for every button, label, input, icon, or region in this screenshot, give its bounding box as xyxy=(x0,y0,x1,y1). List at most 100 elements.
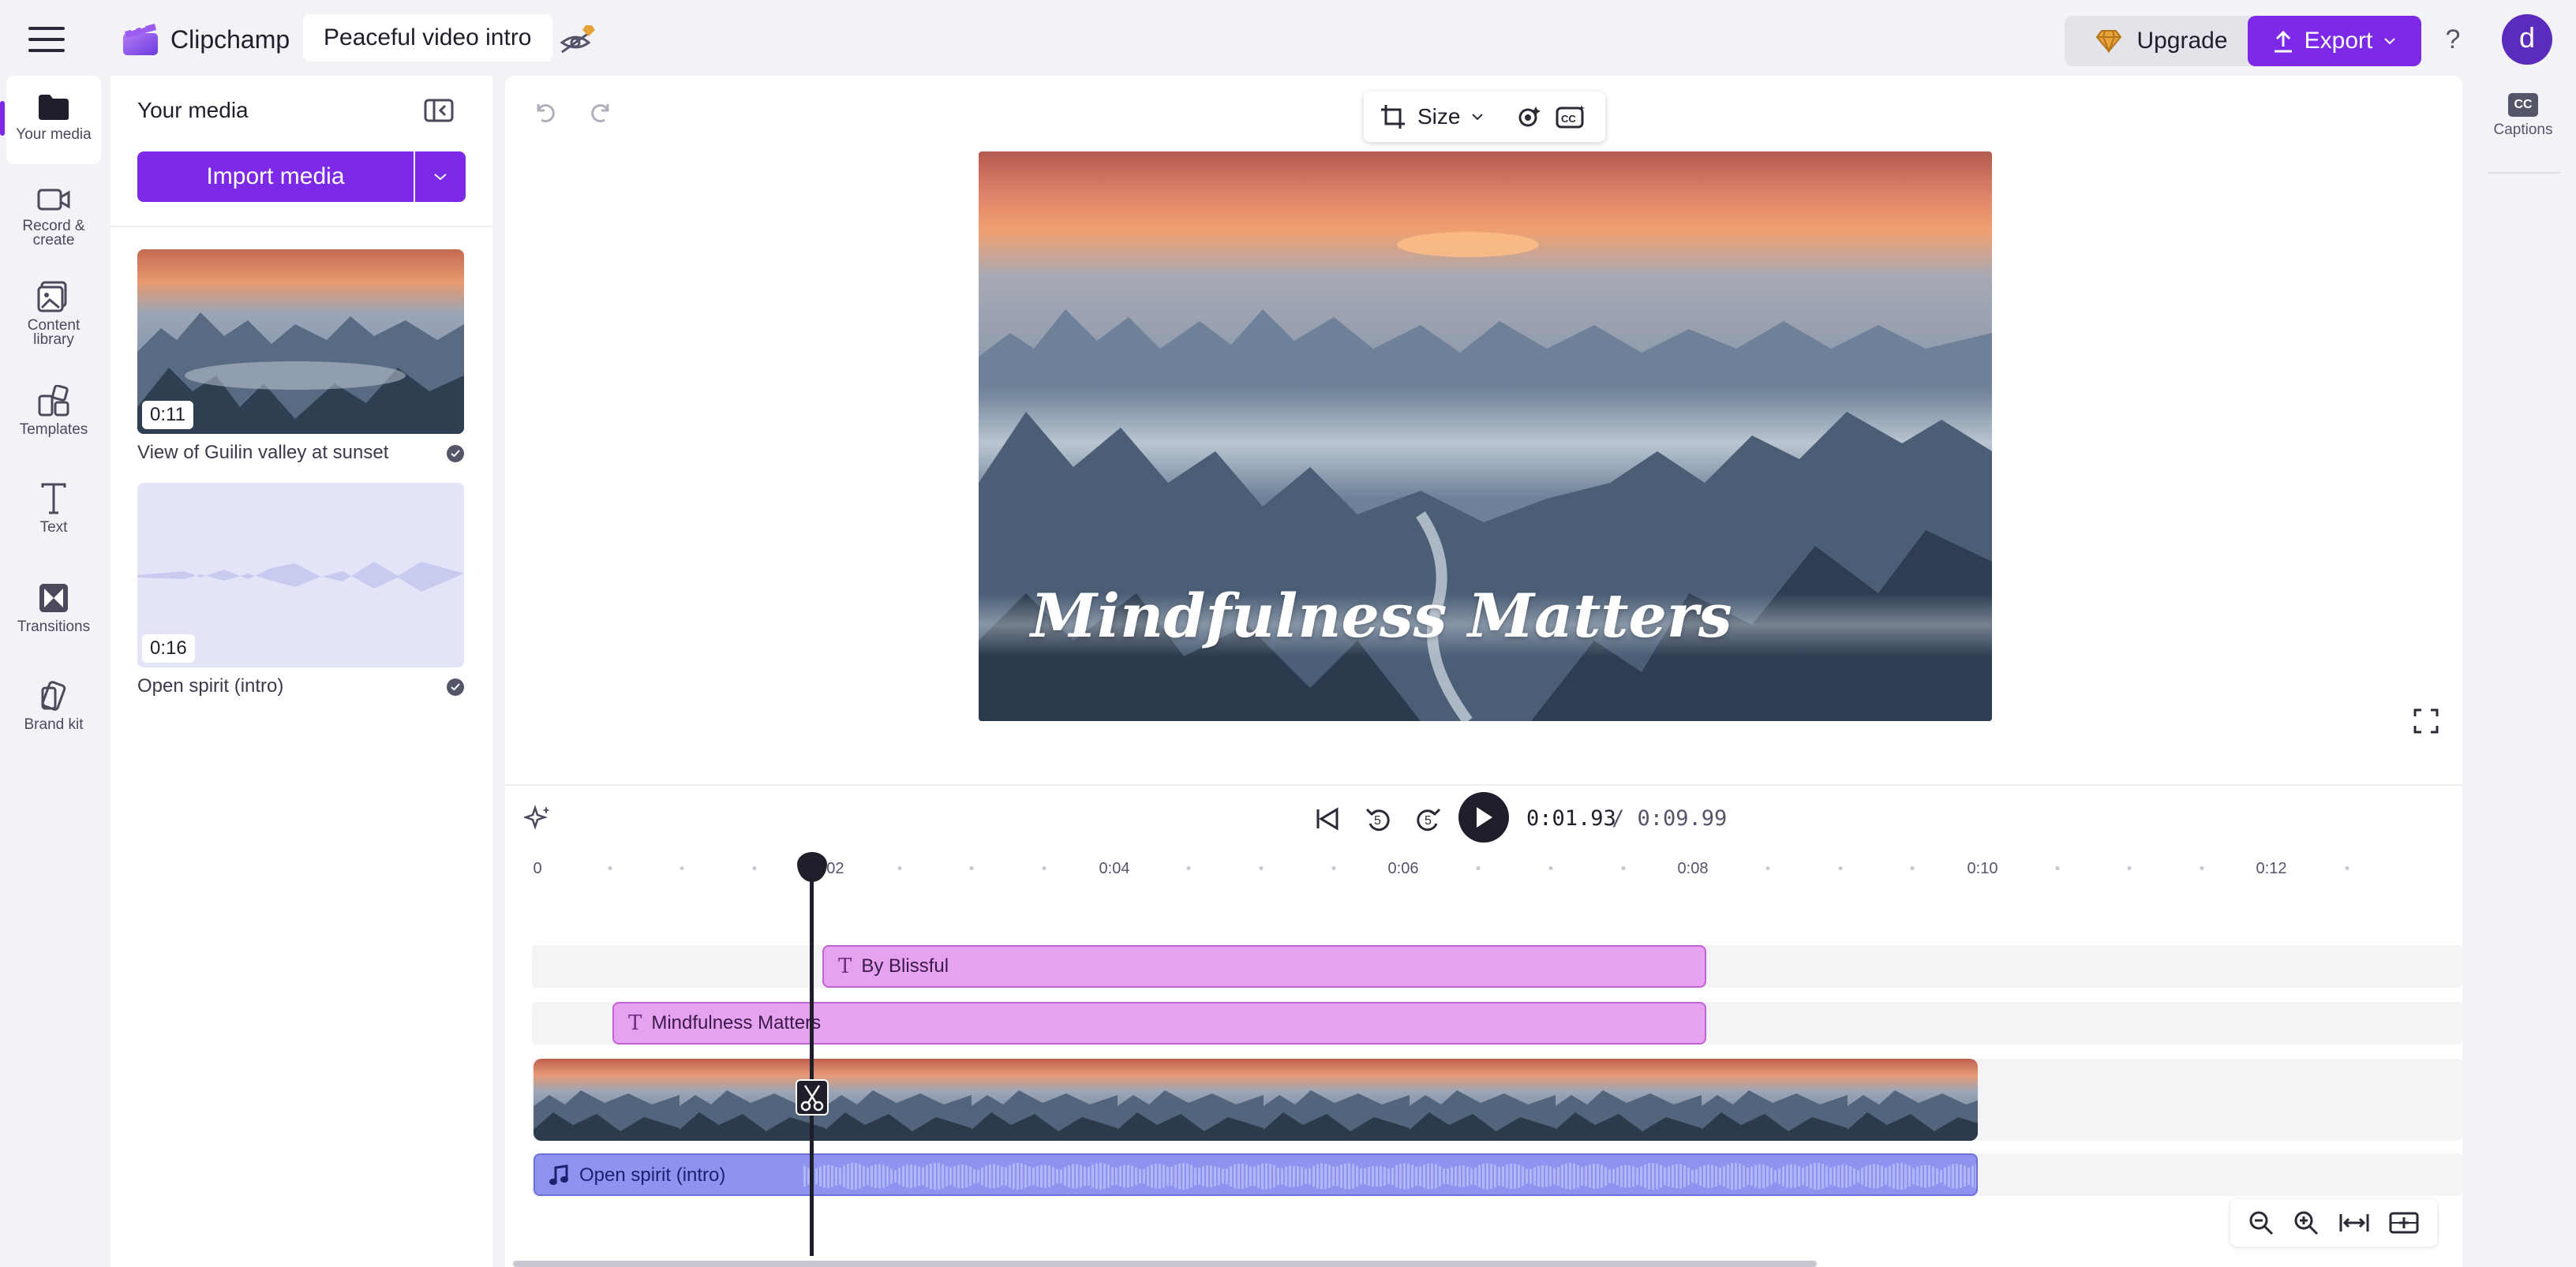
ruler-label: 0:06 xyxy=(1387,860,1419,877)
waveform-bar xyxy=(1407,1163,1410,1190)
fit-to-timeline-icon[interactable] xyxy=(2338,1209,2370,1236)
captions-button[interactable]: CC Captions xyxy=(2488,93,2559,139)
waveform-bar xyxy=(1971,1165,1974,1187)
waveform-bar xyxy=(1841,1164,1844,1188)
upload-icon xyxy=(2274,30,2292,53)
waveform-bar xyxy=(1810,1164,1812,1189)
help-icon[interactable]: ? xyxy=(2440,22,2466,57)
timeline-scrollbar[interactable] xyxy=(513,1261,1817,1267)
waveform-bar xyxy=(874,1164,877,1188)
undo-icon[interactable] xyxy=(530,98,559,126)
avatar[interactable]: d xyxy=(2502,14,2552,65)
waveform-bar xyxy=(1143,1168,1145,1184)
waveform-bar xyxy=(1005,1167,1007,1186)
waveform-bar xyxy=(930,1163,932,1190)
nav-item-transitions[interactable]: Transitions xyxy=(0,582,107,634)
menu-icon[interactable] xyxy=(28,27,65,52)
waveform-bar xyxy=(1770,1168,1773,1185)
split-clip-button[interactable] xyxy=(796,1079,829,1116)
waveform-bar xyxy=(1585,1166,1587,1187)
chevron-down-icon xyxy=(2384,38,2396,45)
waveform-bar xyxy=(1703,1165,1705,1187)
timeline-layout-icon[interactable] xyxy=(2388,1209,2420,1236)
waveform-bar xyxy=(1257,1164,1260,1188)
waveform-bar xyxy=(867,1167,869,1186)
nav-label: Templates xyxy=(19,421,88,438)
waveform-bar xyxy=(1202,1166,1204,1187)
waveform-bar xyxy=(1565,1163,1567,1190)
waveform-bar xyxy=(926,1165,928,1187)
text-clip-icon: T xyxy=(628,1011,642,1035)
upgrade-button[interactable]: Upgrade xyxy=(2065,16,2259,66)
collapse-panel-icon[interactable] xyxy=(423,98,455,123)
waveform-bar xyxy=(1747,1167,1749,1186)
ruler-tick xyxy=(1910,866,1915,870)
app-name: Clipchamp xyxy=(170,25,290,54)
redo-icon[interactable] xyxy=(587,98,616,126)
waveform-bar xyxy=(1711,1164,1713,1188)
play-button[interactable] xyxy=(1458,792,1509,843)
ruler-tick xyxy=(608,866,612,870)
export-button[interactable]: Export xyxy=(2248,16,2421,66)
waveform-bar xyxy=(1766,1165,1769,1187)
media-item-video[interactable]: 0:11 xyxy=(137,249,464,434)
waveform-bar xyxy=(1877,1164,1879,1188)
waveform-bar xyxy=(1336,1166,1339,1187)
preview-overlay-title[interactable]: Mindfulness Matters xyxy=(1031,581,1732,651)
waveform-bar xyxy=(1163,1164,1165,1188)
nav-item-templates[interactable]: Templates xyxy=(0,385,107,437)
auto-captions-icon[interactable]: CC xyxy=(1555,103,1586,130)
rewind-seconds-label: 5 xyxy=(1374,814,1381,828)
text-clip[interactable]: T Mindfulness Matters xyxy=(612,1002,1706,1045)
nav-item-record-create[interactable]: Record & create xyxy=(0,186,107,248)
playhead[interactable] xyxy=(810,861,814,1256)
waveform-bar xyxy=(1178,1163,1181,1190)
waveform-bar xyxy=(1845,1164,1848,1188)
waveform-bar xyxy=(1166,1166,1169,1187)
zoom-out-icon[interactable] xyxy=(2248,1209,2275,1236)
waveform-bar xyxy=(1616,1167,1619,1186)
waveform-bar xyxy=(1561,1164,1563,1188)
project-title-field[interactable]: Peaceful video intro xyxy=(303,14,552,62)
hide-premium-icon[interactable] xyxy=(557,21,598,57)
nav-item-content-library[interactable]: Content library xyxy=(0,281,107,347)
nav-item-text[interactable]: Text xyxy=(0,483,107,535)
waveform-bar xyxy=(1569,1163,1571,1190)
video-clip[interactable] xyxy=(534,1059,1978,1141)
waveform-bar xyxy=(1048,1165,1050,1187)
waveform-bar xyxy=(1924,1164,1926,1188)
divider xyxy=(505,784,2462,786)
waveform-bar xyxy=(1198,1168,1200,1185)
waveform-bar xyxy=(1214,1166,1216,1187)
waveform-bar xyxy=(1309,1168,1311,1185)
waveform-bar xyxy=(1324,1163,1327,1190)
import-options-button[interactable] xyxy=(415,151,466,202)
media-item-audio[interactable]: 0:16 xyxy=(137,483,464,667)
skip-to-start-icon[interactable] xyxy=(1312,803,1343,835)
waveform-bar xyxy=(1095,1163,1098,1190)
nav-item-your-media[interactable]: Your media xyxy=(0,93,107,142)
zoom-in-icon[interactable] xyxy=(2293,1209,2320,1236)
waveform-bar xyxy=(1912,1168,1915,1185)
magic-sparkle-icon[interactable] xyxy=(524,803,552,832)
fullscreen-icon[interactable] xyxy=(2412,707,2440,735)
nav-item-brand-kit[interactable]: Brand kit xyxy=(0,680,107,732)
waveform-bar xyxy=(1190,1164,1193,1188)
waveform-bar xyxy=(1462,1165,1465,1187)
ruler-tick xyxy=(1621,866,1625,870)
waveform-bar xyxy=(902,1165,904,1187)
size-button[interactable]: Size xyxy=(1417,104,1460,129)
audio-clip[interactable]: Open spirit (intro) xyxy=(534,1153,1978,1196)
waveform-bar xyxy=(1439,1166,1441,1187)
waveform-bar xyxy=(1060,1169,1062,1183)
waveform-bar xyxy=(1601,1164,1603,1188)
music-note-icon xyxy=(549,1164,568,1185)
waveform-bar xyxy=(1648,1163,1650,1190)
waveform-bar xyxy=(1411,1164,1413,1188)
waveform-bar xyxy=(1383,1167,1386,1186)
waveform-bar xyxy=(1668,1166,1670,1187)
ruler-tick xyxy=(1331,866,1336,870)
import-media-button[interactable]: Import media xyxy=(137,151,414,202)
magic-effects-icon[interactable] xyxy=(1512,103,1544,130)
text-clip[interactable]: T By Blissful xyxy=(822,945,1706,988)
